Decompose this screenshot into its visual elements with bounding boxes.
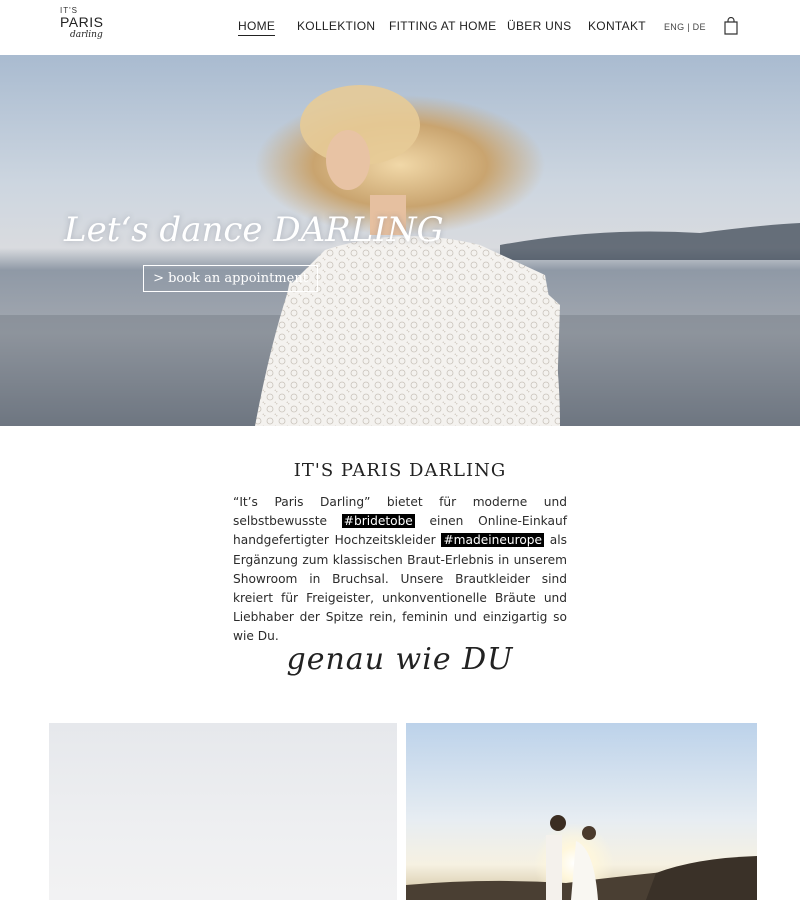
book-appointment-button[interactable]: > book an appointment (143, 265, 318, 292)
brand-logo[interactable]: IT'S PARIS darling (60, 6, 120, 50)
language-switcher[interactable]: ENG | DE (664, 22, 706, 32)
about-title: IT'S PARIS DARLING (293, 460, 507, 481)
nav-kontakt[interactable]: KONTAKT (588, 19, 646, 33)
nav-home[interactable]: HOME (238, 19, 276, 36)
gallery-image-right[interactable] (406, 723, 757, 900)
site-header: IT'S PARIS darling HOME KOLLEKTION FITTI… (0, 0, 800, 55)
logo-wordmark: PARIS (60, 14, 104, 30)
gallery-image-left[interactable] (49, 723, 397, 900)
hero-banner: Let‘s dance DARLING > book an appointmen… (0, 55, 800, 426)
about-text-part-3: als Ergänzung zum klassischen Braut-Erle… (233, 533, 567, 644)
nav-fitting-at-home[interactable]: FITTING AT HOME (389, 19, 496, 33)
hashtag-bridetobe[interactable]: #bridetobe (341, 514, 415, 529)
logo-script: darling (70, 30, 103, 40)
shopping-bag-icon[interactable] (723, 16, 739, 35)
hero-headline: Let‘s dance DARLING (64, 210, 444, 250)
signature-script: genau wie DU (286, 642, 514, 677)
hashtag-madeineurope[interactable]: #madeineurope (441, 533, 545, 548)
nav-ueber-uns[interactable]: ÜBER UNS (507, 19, 571, 33)
nav-kollektion[interactable]: KOLLEKTION (297, 19, 375, 33)
about-paragraph: “It’s Paris Darling” bietet für moderne … (233, 493, 567, 647)
couple-sunset-image (406, 723, 757, 900)
